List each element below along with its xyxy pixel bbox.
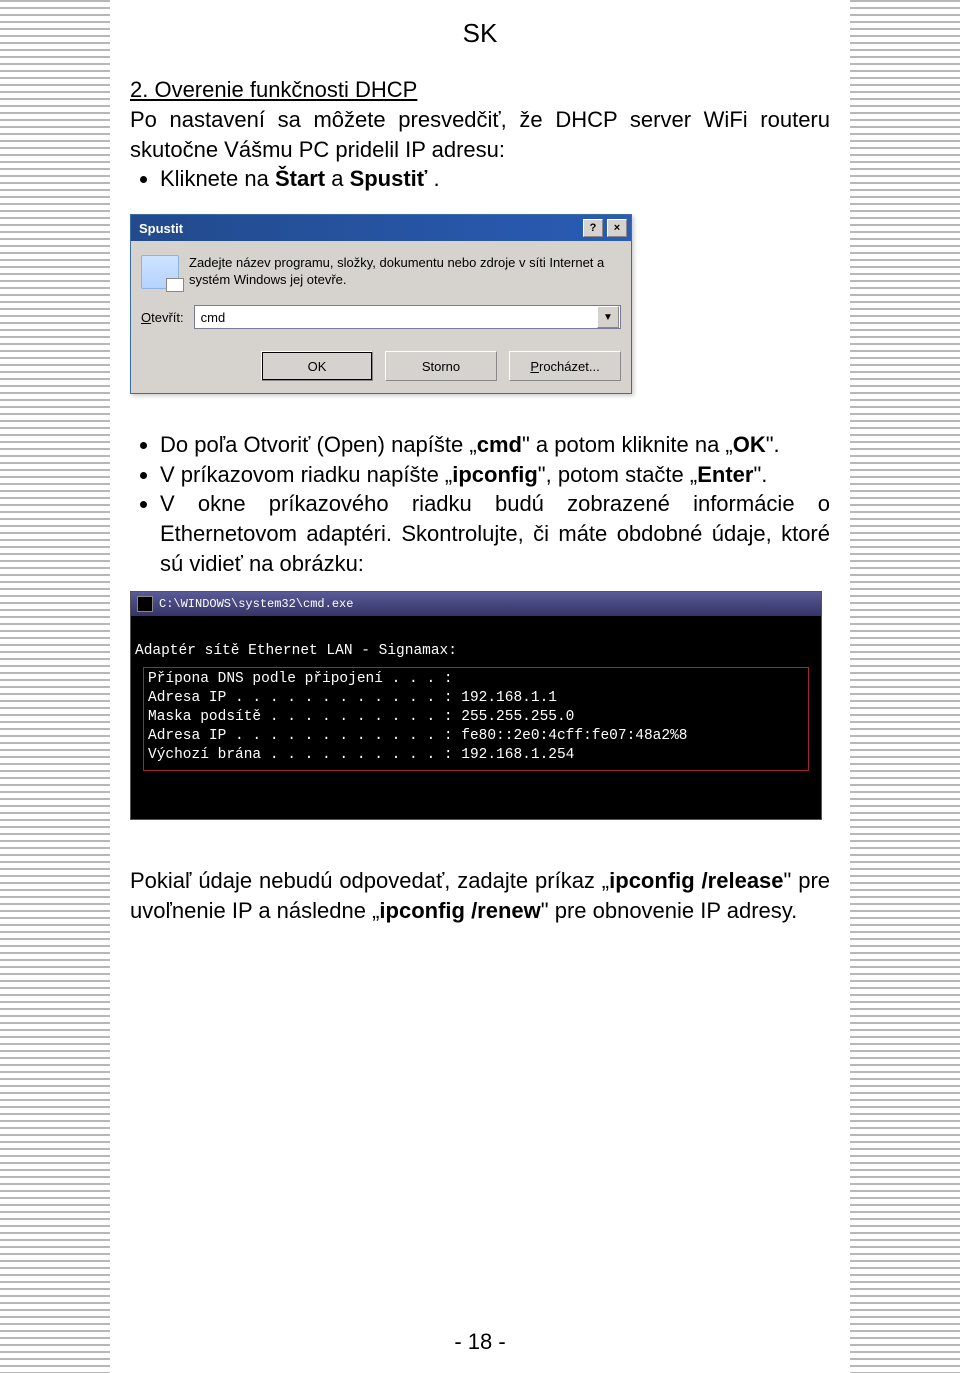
run-icon <box>141 255 179 289</box>
close-button[interactable]: × <box>607 219 627 237</box>
open-input[interactable]: cmd ▼ <box>194 305 621 329</box>
titlebar-controls: ? × <box>583 219 627 237</box>
decoration-right <box>850 0 960 1373</box>
bullet-ethernet-info: V okne príkazového riadku budú zobrazené… <box>160 489 830 578</box>
bullet-list-1: Kliknete na Štart a Spustiť . <box>138 164 830 194</box>
open-label: Otevřít: <box>141 310 184 325</box>
cmd-window: C:\WINDOWS\system32\cmd.exe Adaptér sítě… <box>130 591 822 821</box>
run-dialog-description: Zadejte název programu, složky, dokument… <box>189 255 621 289</box>
page-header: SK <box>130 18 830 49</box>
ok-button[interactable]: OK <box>261 351 373 381</box>
dropdown-arrow-icon[interactable]: ▼ <box>597 306 619 328</box>
cmd-highlight-box: Přípona DNS podle připojení . . . : Adre… <box>143 667 809 771</box>
run-dialog: Spustit ? × Zadejte název programu, slož… <box>130 214 632 394</box>
run-dialog-titlebar: Spustit ? × <box>131 215 631 241</box>
run-dialog-title: Spustit <box>139 221 183 236</box>
page-number: - 18 - <box>0 1329 960 1355</box>
section-heading: 2. Overenie funkčnosti DHCP <box>130 77 830 103</box>
run-dialog-body: Zadejte název programu, složky, dokument… <box>131 241 631 393</box>
content-area: SK 2. Overenie funkčnosti DHCP Po nastav… <box>130 0 830 1373</box>
bullet-start-spustit: Kliknete na Štart a Spustiť . <box>160 164 830 194</box>
cmd-title-text: C:\WINDOWS\system32\cmd.exe <box>159 597 353 611</box>
browse-button[interactable]: Procházet... <box>509 351 621 381</box>
cmd-body: Adaptér sítě Ethernet LAN - Signamax: Př… <box>131 616 821 820</box>
bullet-list-2: Do poľa Otvoriť (Open) napíšte „cmd" a p… <box>138 430 830 578</box>
bullet-cmd-ok: Do poľa Otvoriť (Open) napíšte „cmd" a p… <box>160 430 830 460</box>
cmd-icon <box>137 596 153 612</box>
outro-paragraph: Pokiaľ údaje nebudú odpovedať, zadajte p… <box>130 866 830 925</box>
open-input-value: cmd <box>201 310 226 325</box>
cmd-titlebar: C:\WINDOWS\system32\cmd.exe <box>131 592 821 616</box>
cmd-line-adapter: Adaptér sítě Ethernet LAN - Signamax: <box>135 643 457 659</box>
intro-paragraph: Po nastavení sa môžete presvedčiť, že DH… <box>130 105 830 164</box>
page: SK 2. Overenie funkčnosti DHCP Po nastav… <box>0 0 960 1373</box>
help-button[interactable]: ? <box>583 219 603 237</box>
bullet-ipconfig: V príkazovom riadku napíšte „ipconfig", … <box>160 460 830 490</box>
decoration-left <box>0 0 110 1373</box>
cancel-button[interactable]: Storno <box>385 351 497 381</box>
